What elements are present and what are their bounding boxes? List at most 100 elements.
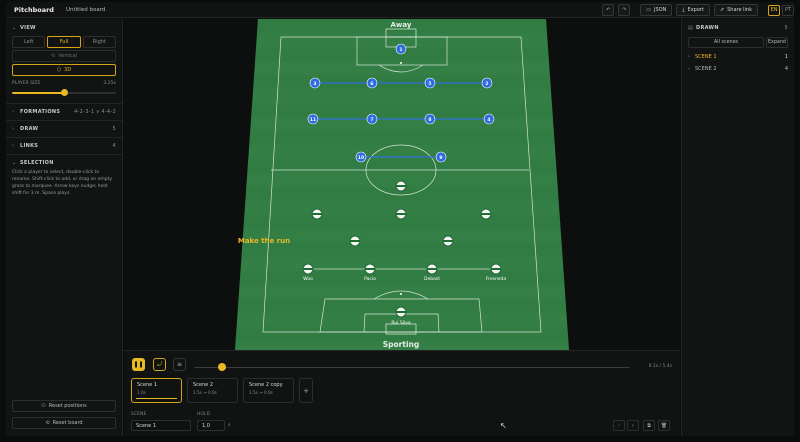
reset-icon: ⟲	[45, 420, 50, 426]
away-player-number: 10	[358, 155, 364, 161]
links-count: 4	[112, 143, 116, 149]
drawn-count: 5	[784, 25, 788, 31]
board-title[interactable]: Untitled board	[66, 7, 105, 13]
pause-button[interactable]: ❚❚	[132, 358, 145, 371]
playback-panel: ❚❚ ⤾ ≡ 0.1s / 5.4s Scene 1 1.0s Scene 2 …	[124, 350, 680, 436]
away-player-number: 5	[428, 81, 431, 87]
plus-icon: +	[303, 386, 309, 395]
goalkeeper-name: Rui Silva	[391, 320, 410, 326]
scene-card-3[interactable]: Scene 2 copy 1.5s → 0.0s	[243, 378, 294, 403]
chevron-right-icon: ›	[12, 143, 15, 149]
formations-section-header[interactable]: › FORMATIONS 4-2-3-1 v 4-4-2	[6, 106, 122, 118]
all-scenes-button[interactable]: All scenes	[688, 37, 764, 48]
3d-toggle[interactable]: ⬡ 3D	[12, 64, 116, 76]
top-bar: Pitchboard Untitled board ↶ ↷ ▭ JSON ⤓ Exp…	[6, 2, 794, 18]
drawn-scene-row-1[interactable]: › SCENE 11	[682, 51, 794, 63]
view-left-option[interactable]: Left	[12, 36, 46, 48]
away-player-number: 4	[487, 117, 490, 123]
duplicate-scene-button[interactable]: ⧉	[643, 420, 655, 431]
vertical-toggle[interactable]: ⟲ Vertical	[12, 50, 116, 62]
draw-count: 5	[112, 126, 116, 132]
expand-button[interactable]: Expand	[766, 37, 788, 48]
draw-section-header[interactable]: › DRAW 5	[6, 123, 122, 135]
chevron-down-icon: ⌄	[12, 25, 17, 31]
delete-scene-button[interactable]: 🗑	[658, 420, 670, 431]
pitch-svg[interactable]: Away Sporting Make the run 1 3 6 5 2 11 7 8 4 10 9…	[124, 19, 680, 350]
away-player-marker[interactable]: 8	[424, 113, 436, 125]
chevron-down-icon: ⌄	[12, 160, 17, 166]
away-player-marker[interactable]: 7	[366, 113, 378, 125]
away-player-number: 3	[313, 81, 316, 87]
away-player-marker[interactable]: 10	[355, 151, 367, 163]
selection-help-text: Click a player to select, double-click t…	[12, 170, 113, 196]
timeline-track[interactable]	[194, 367, 630, 368]
away-player-number: 7	[370, 117, 373, 123]
share-link-button[interactable]: ⇗ Share link	[713, 4, 758, 16]
export-button[interactable]: ⤓ Export	[676, 4, 710, 16]
home-player-name: Woo	[303, 276, 313, 282]
away-player-marker[interactable]: 6	[366, 77, 378, 89]
drawn-scene-row-2[interactable]: › SCENE 24	[682, 63, 794, 75]
undo-button[interactable]: ↶	[602, 4, 615, 16]
away-player-marker[interactable]: 2	[481, 77, 493, 89]
away-player-marker[interactable]: 9	[435, 151, 447, 163]
away-player-marker[interactable]: 11	[307, 113, 319, 125]
away-player-number: 8	[428, 117, 431, 123]
selection-section-header[interactable]: ⌄ SELECTION	[6, 157, 122, 169]
scene-card-1[interactable]: Scene 1 1.0s	[131, 378, 182, 403]
lang-pt-button[interactable]: PT	[782, 4, 794, 16]
home-player-marker[interactable]	[311, 208, 323, 220]
home-player-marker[interactable]	[349, 235, 361, 247]
hold-input[interactable]: 1,0	[197, 420, 225, 431]
player-size-value: 3.25x	[103, 81, 116, 86]
json-button[interactable]: ▭ JSON	[640, 4, 673, 16]
home-player-marker[interactable]	[395, 208, 407, 220]
scene-field-label: SCENE	[131, 411, 147, 416]
home-player-marker[interactable]	[442, 235, 454, 247]
player-size-label: PLAYER SIZE	[12, 81, 41, 86]
away-player-marker[interactable]: 5	[424, 77, 436, 89]
pitch-view-segment: Left Full Right	[12, 36, 116, 48]
pitch-canvas[interactable]: Away Sporting Make the run 1 3 6 5 2 11 7 8 4 10 9…	[124, 19, 680, 350]
view-section-header[interactable]: ⌄ VIEW	[6, 22, 122, 34]
away-player-number: 6	[370, 81, 373, 87]
chevron-right-icon: ›	[688, 66, 690, 72]
away-player-number: 11	[310, 117, 316, 123]
away-player-marker[interactable]: 1	[395, 43, 407, 55]
home-goalkeeper-marker[interactable]	[395, 306, 407, 318]
view-full-option[interactable]: Full	[47, 36, 81, 48]
undo-icon: ↶	[606, 7, 611, 13]
loop-icon: ⤾	[157, 360, 162, 368]
app-title: Pitchboard	[14, 5, 54, 14]
home-player-marker[interactable]: Woo	[302, 263, 314, 282]
home-player-marker[interactable]	[395, 180, 407, 192]
file-icon: ▭	[646, 7, 651, 13]
scene-card-2[interactable]: Scene 2 1.5s → 0.0s	[187, 378, 238, 403]
view-right-option[interactable]: Right	[82, 36, 116, 48]
chevron-right-icon: ›	[12, 126, 15, 132]
scene-name-input[interactable]: Scene 1	[131, 420, 191, 431]
loop-button[interactable]: ⤾	[153, 358, 166, 371]
away-team-label: Away	[391, 21, 412, 29]
away-player-marker[interactable]: 3	[309, 77, 321, 89]
away-player-number: 9	[439, 155, 442, 161]
drawn-header: ▤ DRAWN 5	[688, 25, 788, 31]
right-panel: ▤ DRAWN 5 All scenes Expand › SCENE 11 › SCE…	[681, 19, 794, 436]
player-size-slider[interactable]	[12, 89, 116, 97]
add-scene-button[interactable]: +	[299, 378, 313, 403]
next-scene-button[interactable]: ›	[627, 420, 639, 431]
reset-board-button[interactable]: ⟲ Reset board	[12, 417, 116, 429]
away-player-marker[interactable]: 4	[483, 113, 495, 125]
links-section-header[interactable]: › LINKS 4	[6, 140, 122, 152]
prev-scene-button[interactable]: ‹	[613, 420, 625, 431]
list-button[interactable]: ≡	[173, 358, 186, 371]
download-icon: ⤓	[682, 7, 685, 13]
home-player-marker[interactable]	[480, 208, 492, 220]
slider-handle[interactable]	[60, 89, 68, 96]
lang-en-button[interactable]: EN	[768, 4, 780, 16]
timeline-handle[interactable]	[217, 363, 226, 371]
annotation-text[interactable]: Make the run	[238, 237, 290, 245]
redo-button[interactable]: ↷	[618, 4, 631, 16]
reset-positions-button[interactable]: ⚇ Reset positions	[12, 400, 116, 412]
copy-icon: ⧉	[647, 422, 651, 429]
